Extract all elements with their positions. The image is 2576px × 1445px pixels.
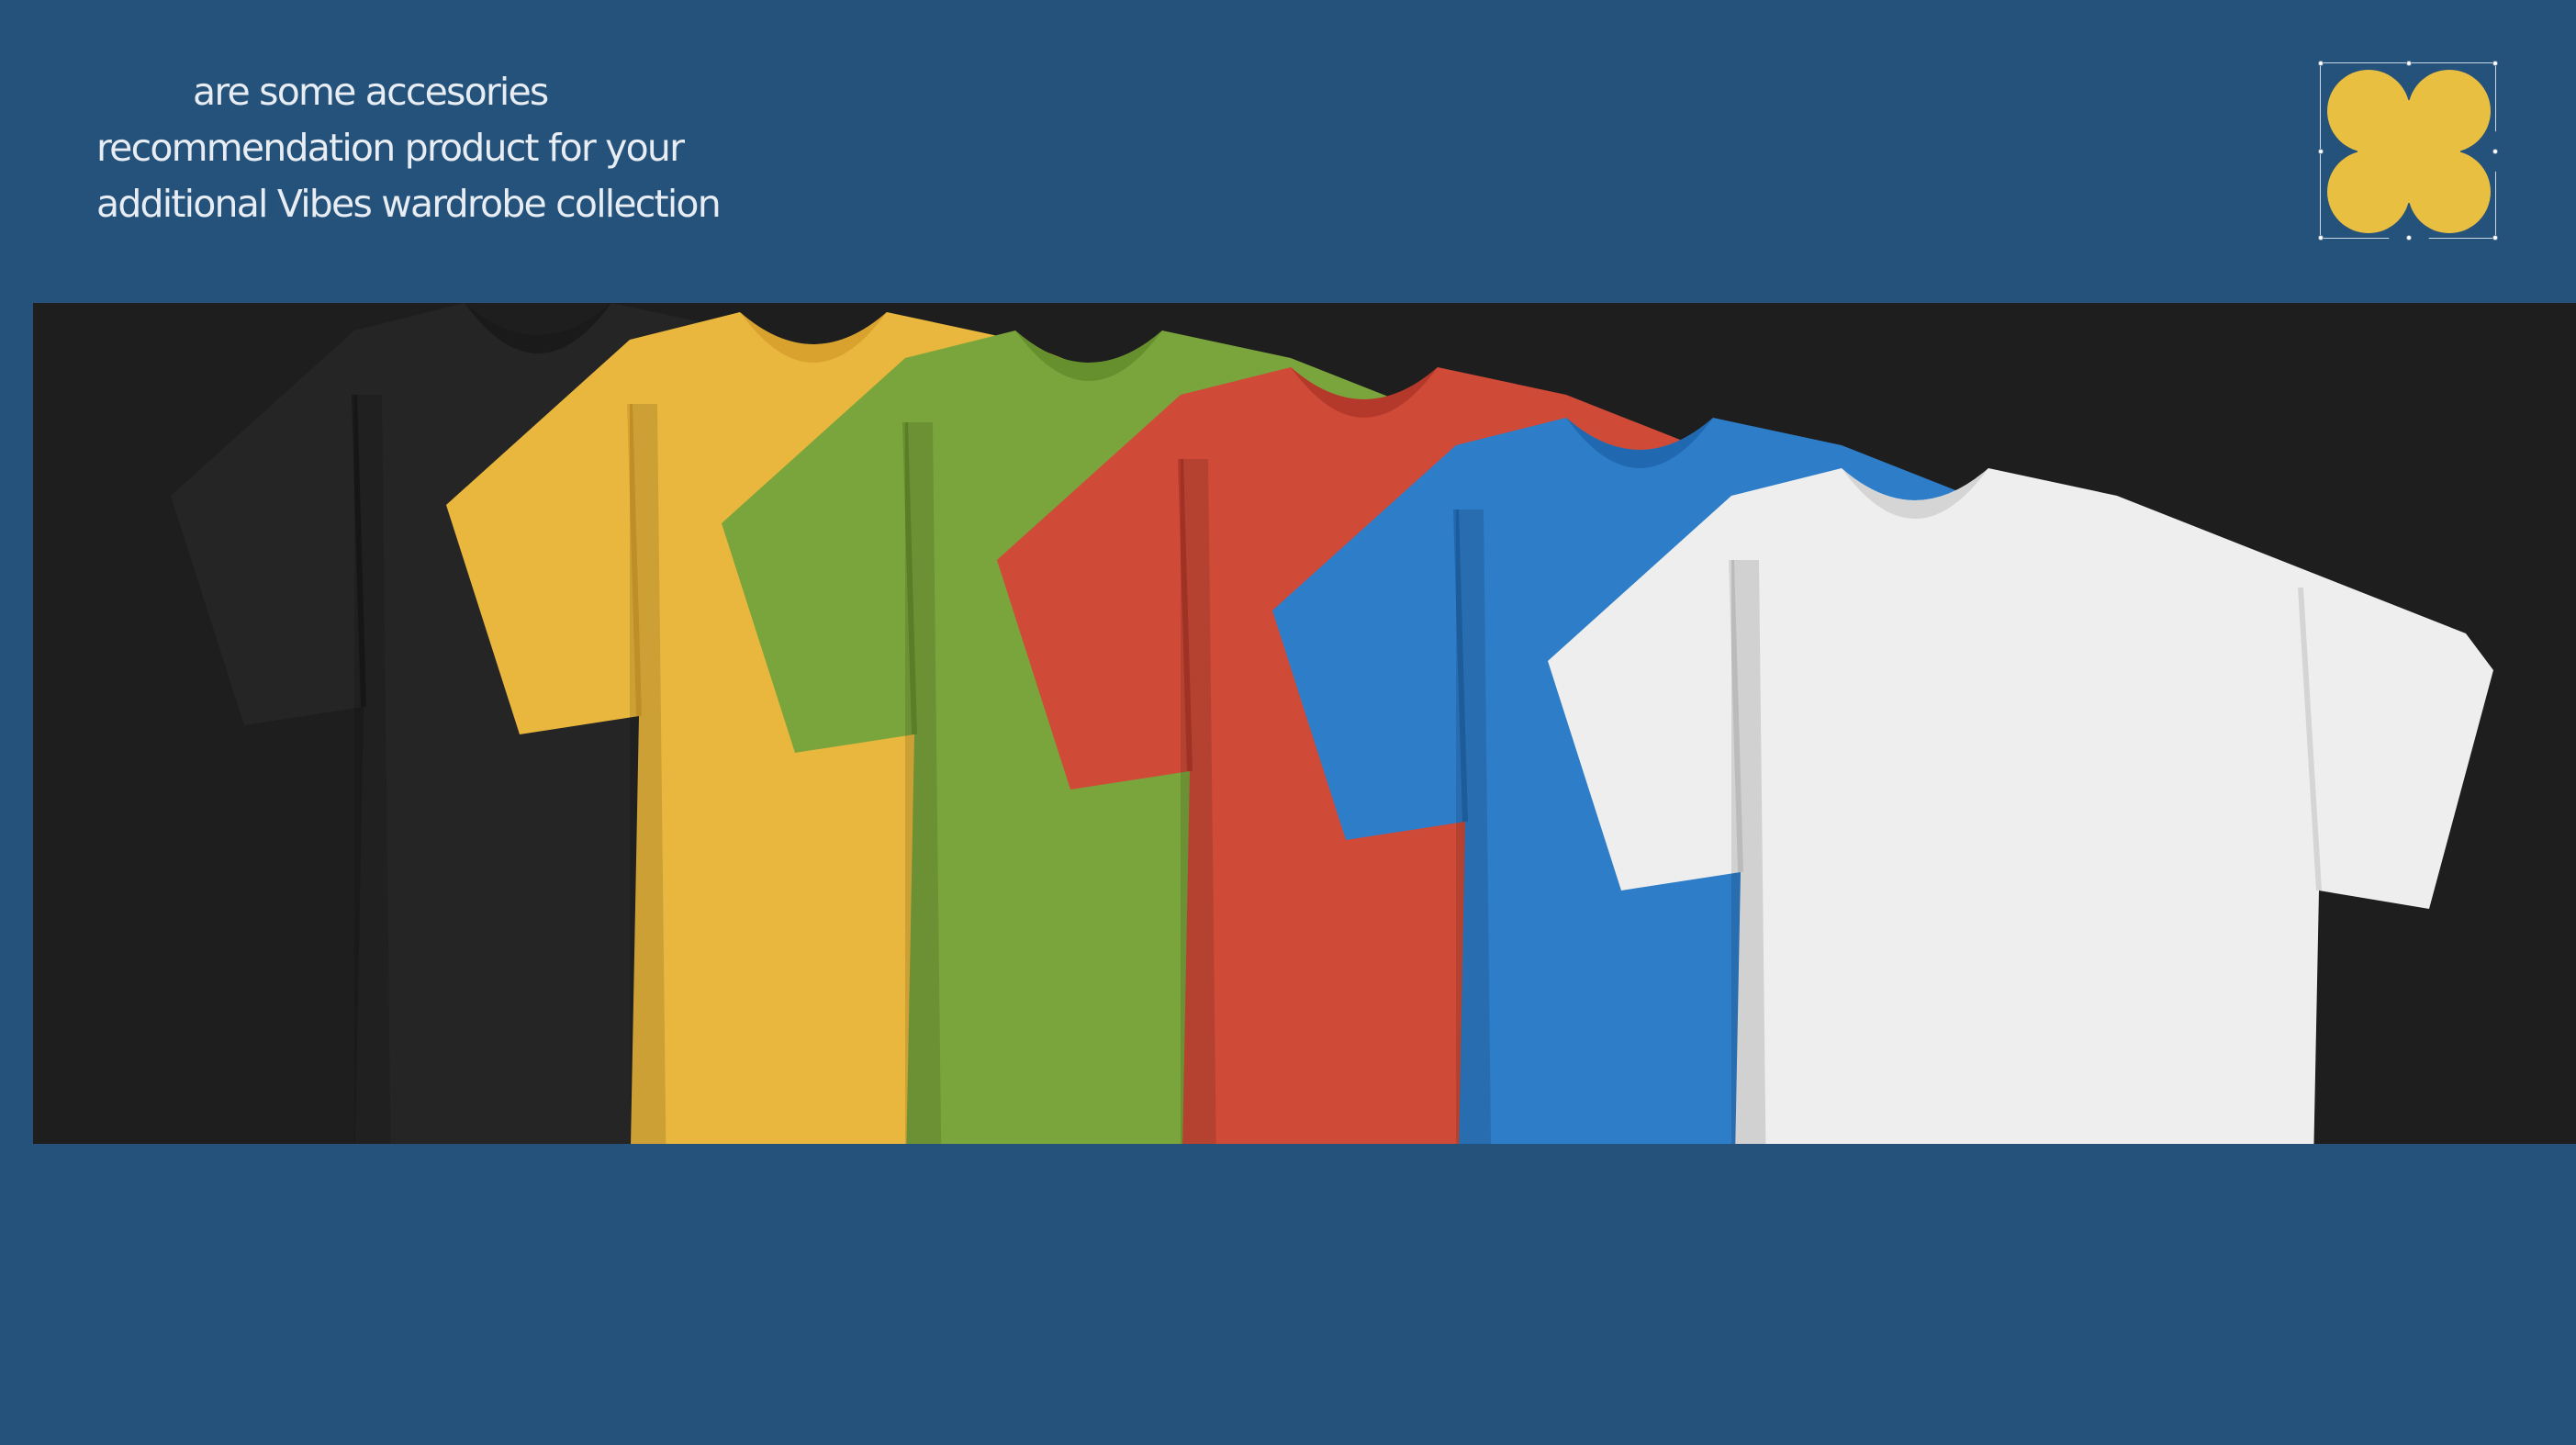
resize-handle-bottom[interactable] (2406, 235, 2412, 241)
clover-x-icon (2321, 63, 2497, 240)
resize-handle-top[interactable] (2406, 61, 2412, 66)
resize-handle-left[interactable] (2318, 149, 2324, 154)
resize-handle-top-left[interactable] (2318, 61, 2324, 66)
intro-line-1: are some accesories (193, 70, 549, 114)
clover-shape (2327, 70, 2491, 233)
resize-handle-bottom-right[interactable] (2492, 235, 2498, 241)
slide: are some accesories recommendation produ… (0, 0, 2576, 1445)
intro-text: are some accesories recommendation produ… (96, 64, 923, 232)
resize-handle-right[interactable] (2492, 149, 2498, 154)
tshirt-banner-image (33, 303, 2576, 1144)
intro-line-3: additional Vibes wardrobe collection (96, 182, 722, 226)
tshirts-illustration (171, 303, 2493, 1144)
logo-selection-box[interactable] (2318, 61, 2498, 241)
intro-line-2: recommendation product for your (96, 126, 685, 170)
resize-handle-bottom-left[interactable] (2318, 235, 2324, 241)
resize-handle-top-right[interactable] (2492, 61, 2498, 66)
